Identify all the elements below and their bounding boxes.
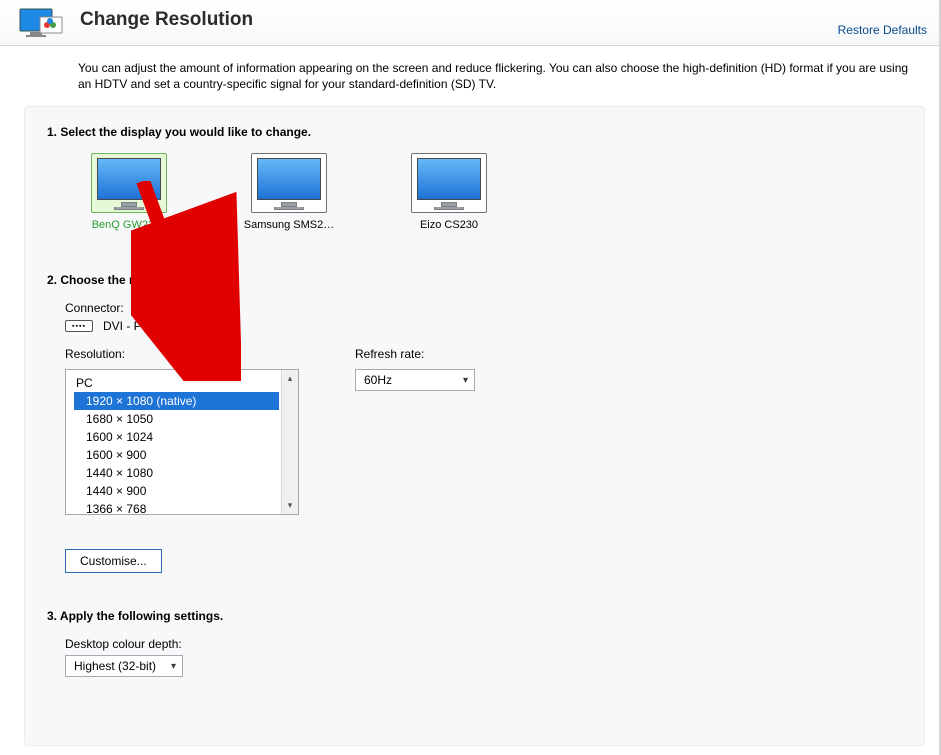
scroll-down-icon[interactable]: ▾: [284, 499, 297, 512]
scroll-up-icon[interactable]: ▴: [284, 372, 297, 385]
display-item-1[interactable]: Samsung SMS2…: [239, 153, 339, 231]
colour-depth-label: Desktop colour depth:: [65, 637, 902, 651]
dvi-connector-icon: ▪▪▪▪: [65, 320, 93, 332]
chevron-down-icon: ▾: [463, 375, 468, 386]
colour-depth-select[interactable]: Highest (32-bit) ▾: [65, 655, 183, 677]
resolution-option[interactable]: 1366 × 768: [66, 500, 281, 514]
resolution-group-header: PC: [66, 374, 281, 392]
resolution-option[interactable]: 1600 × 900: [66, 446, 281, 464]
resolution-option[interactable]: 1600 × 1024: [66, 428, 281, 446]
resolution-label: Resolution:: [65, 347, 299, 361]
chevron-down-icon: ▾: [171, 661, 176, 672]
page-header: Change Resolution Restore Defaults: [0, 0, 939, 46]
page-title: Change Resolution: [80, 9, 253, 37]
refresh-rate-label: Refresh rate:: [355, 347, 475, 361]
listbox-scrollbar[interactable]: ▴ ▾: [281, 370, 298, 514]
refresh-rate-value: 60Hz: [364, 373, 392, 387]
colour-depth-value: Highest (32-bit): [74, 659, 156, 673]
connector-value: DVI - PC display: [103, 319, 191, 333]
resolution-option[interactable]: 1680 × 1050: [66, 410, 281, 428]
resolution-option[interactable]: 1920 × 1080 (native): [74, 392, 279, 410]
restore-defaults-link[interactable]: Restore Defaults: [838, 23, 927, 41]
section-select-display: 1. Select the display you would like to …: [47, 125, 902, 231]
connector-label: Connector:: [65, 301, 902, 315]
monitor-icon: [91, 153, 167, 213]
display-item-0[interactable]: BenQ GW2270: [79, 153, 179, 231]
customise-button[interactable]: Customise...: [65, 549, 162, 573]
app-logo-icon: [18, 5, 66, 41]
section-2-title: 2. Choose the resolution.: [47, 273, 902, 287]
display-label: BenQ GW2270: [92, 219, 167, 231]
section-apply-settings: 3. Apply the following settings. Desktop…: [47, 609, 902, 677]
resolution-listbox[interactable]: PC1920 × 1080 (native)1680 × 10501600 × …: [65, 369, 299, 515]
resolution-option[interactable]: 1440 × 1080: [66, 464, 281, 482]
intro-text: You can adjust the amount of information…: [0, 46, 939, 106]
monitor-icon: [411, 153, 487, 213]
refresh-rate-select[interactable]: 60Hz ▾: [355, 369, 475, 391]
monitor-icon: [251, 153, 327, 213]
display-label: Samsung SMS2…: [244, 219, 334, 231]
displays-row: BenQ GW2270 Samsung SMS2… Eizo CS230: [47, 153, 902, 231]
main-panel: 1. Select the display you would like to …: [24, 106, 925, 746]
section-choose-resolution: 2. Choose the resolution. Connector: ▪▪▪…: [47, 273, 902, 573]
section-3-title: 3. Apply the following settings.: [47, 609, 902, 623]
display-label: Eizo CS230: [420, 219, 478, 231]
customise-button-label: Customise...: [80, 554, 147, 568]
resolution-option[interactable]: 1440 × 900: [66, 482, 281, 500]
section-1-title: 1. Select the display you would like to …: [47, 125, 902, 139]
display-item-2[interactable]: Eizo CS230: [399, 153, 499, 231]
